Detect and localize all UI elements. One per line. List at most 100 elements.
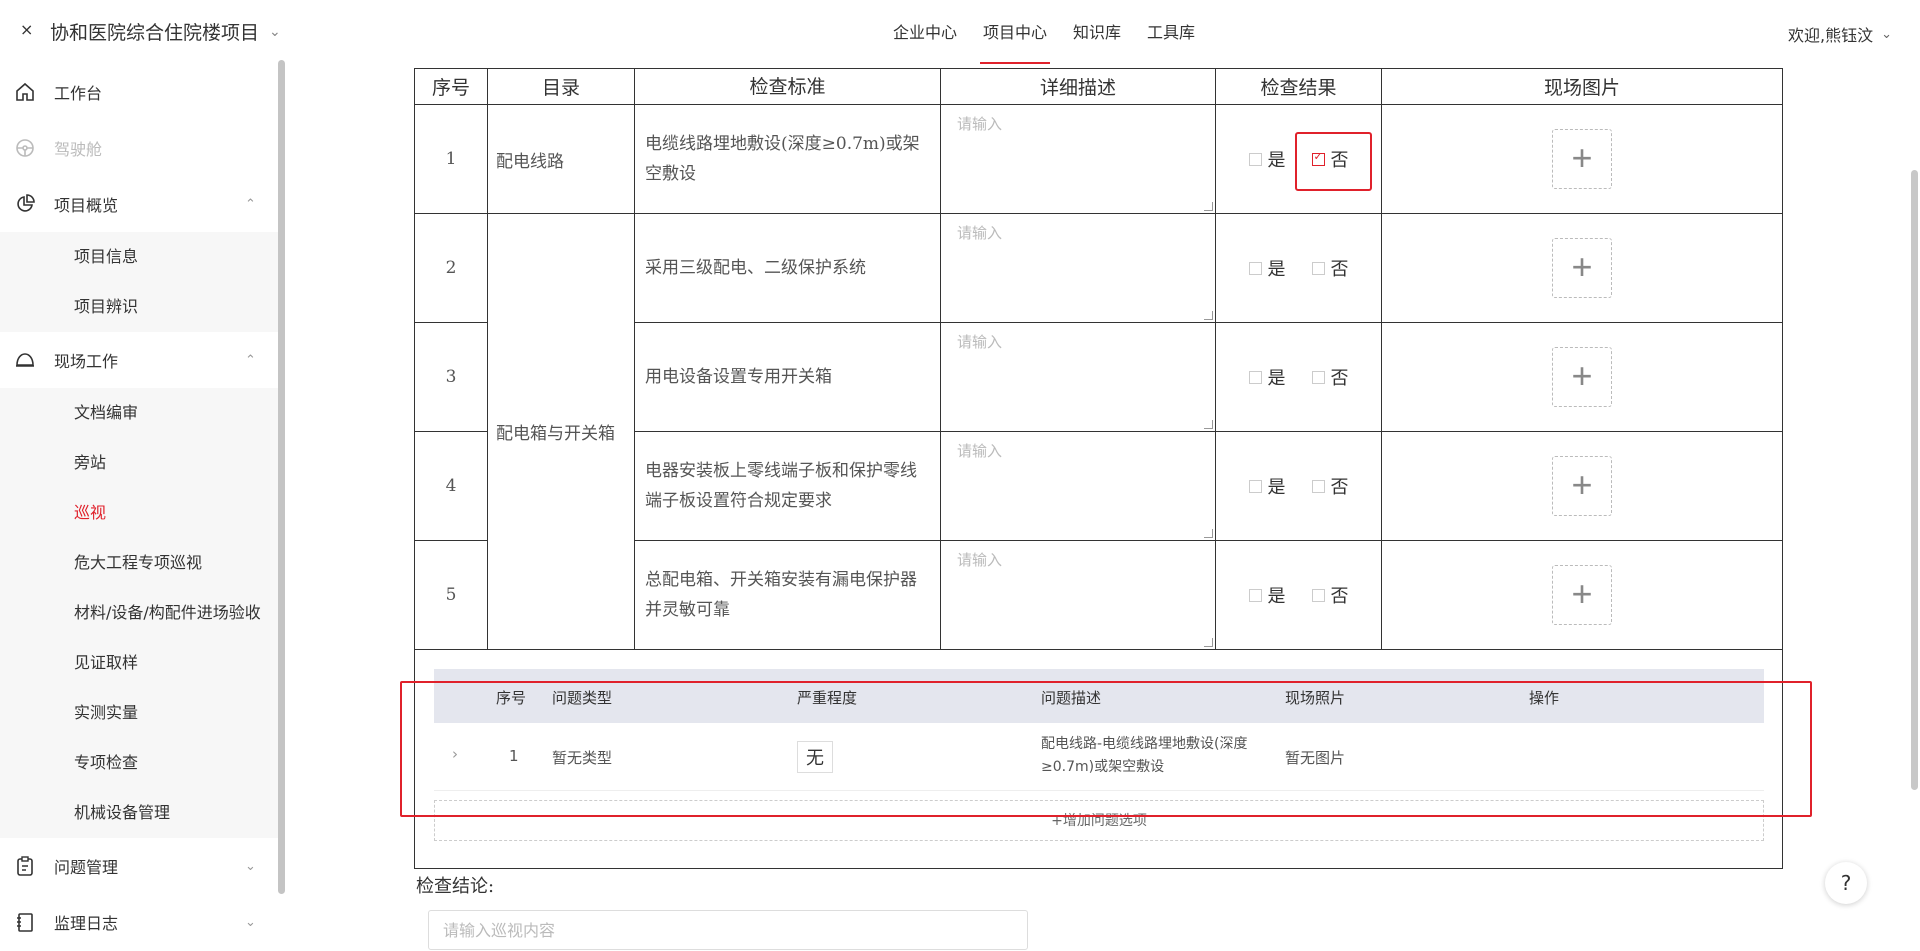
table-row: 1 配电线路 电缆线路埋地敷设(深度≥0.7m)或架空敷设 请输入 是否 +	[414, 104, 1783, 214]
sidebar-item-label: 工作台	[54, 84, 103, 103]
row-category: 配电箱与开关箱	[487, 213, 635, 650]
result-cell: 是否	[1215, 540, 1382, 650]
resize-handle-icon[interactable]	[1204, 202, 1213, 211]
sidebar-item-measurement[interactable]: 实测实量	[0, 688, 280, 738]
inspection-table: 序号 目录 检查标准 详细描述 检查结果 现场图片 1 配电线路 电缆线路埋地敷…	[414, 68, 1783, 650]
col-header-photos: 现场图片	[1381, 68, 1783, 105]
sidebar-item-cockpit[interactable]: 驾驶舱	[0, 120, 280, 176]
description-textarea[interactable]: 请输入	[940, 213, 1216, 323]
col-header-description: 详细描述	[940, 68, 1216, 105]
steering-wheel-icon	[16, 139, 34, 157]
yes-label: 是	[1267, 259, 1286, 280]
row-standard: 总配电箱、开关箱安装有漏电保护器并灵敏可靠	[634, 540, 941, 650]
conclusion-input[interactable]: 请输入巡视内容	[428, 910, 1028, 950]
page-scrollbar[interactable]	[1911, 170, 1918, 790]
no-checkbox[interactable]	[1311, 588, 1325, 602]
close-icon[interactable]: ×	[20, 20, 33, 39]
col-header-no: 序号	[414, 68, 488, 105]
row-number: 3	[414, 322, 488, 432]
sidebar-item-project-identification[interactable]: 项目辨识	[0, 282, 280, 332]
tab-tool-library[interactable]: 工具库	[1134, 0, 1208, 64]
upload-plus-icon[interactable]: +	[1552, 456, 1612, 516]
resize-handle-icon[interactable]	[1204, 529, 1213, 538]
sidebar-item-side-station[interactable]: 旁站	[0, 438, 280, 488]
sidebar-item-witness-sampling[interactable]: 见证取样	[0, 638, 280, 688]
sidebar-item-label: 监理日志	[54, 914, 119, 933]
sidebar-item-project-info[interactable]: 项目信息	[0, 232, 280, 282]
no-checkbox[interactable]	[1311, 479, 1325, 493]
no-label: 否	[1330, 586, 1349, 607]
description-placeholder: 请输入	[957, 334, 1003, 351]
yes-checkbox[interactable]	[1248, 370, 1262, 384]
sidebar-item-issues[interactable]: 问题管理 ⌄	[0, 838, 280, 894]
top-header: × 协和医院综合住院楼项目 ⌄ 企业中心 项目中心 知识库 工具库 欢迎,熊钰汶…	[0, 0, 1920, 64]
row-standard: 电缆线路埋地敷设(深度≥0.7m)或架空敷设	[634, 104, 941, 214]
fieldwork-submenu: 文档编审 旁站 巡视 危大工程专项巡视 材料/设备/构配件进场验收 见证取样 实…	[0, 388, 280, 838]
upload-plus-icon[interactable]: +	[1552, 129, 1612, 189]
help-button[interactable]: ?	[1825, 862, 1867, 904]
col-header-category: 目录	[487, 68, 635, 105]
description-textarea[interactable]: 请输入	[940, 431, 1216, 541]
conclusion-label: 检查结论:	[416, 876, 495, 897]
chevron-up-icon: ⌃	[245, 352, 256, 368]
upload-plus-icon[interactable]: +	[1552, 238, 1612, 298]
overview-submenu: 项目信息 项目辨识	[0, 232, 280, 332]
upload-plus-icon[interactable]: +	[1552, 347, 1612, 407]
yes-checkbox[interactable]	[1248, 152, 1262, 166]
sidebar-item-workbench[interactable]: 工作台	[0, 64, 280, 120]
sidebar-item-label: 现场工作	[54, 352, 119, 371]
result-cell: 是否	[1215, 322, 1382, 432]
tab-knowledge-base[interactable]: 知识库	[1060, 0, 1134, 64]
photo-cell: +	[1381, 322, 1783, 432]
sidebar-item-fieldwork[interactable]: 现场工作 ⌃	[0, 332, 280, 388]
row-number: 5	[414, 540, 488, 650]
description-textarea[interactable]: 请输入	[940, 540, 1216, 650]
sidebar-item-label: 项目概览	[54, 196, 119, 215]
upload-plus-icon[interactable]: +	[1552, 565, 1612, 625]
yes-label: 是	[1267, 477, 1286, 498]
yes-checkbox[interactable]	[1248, 261, 1262, 275]
sidebar-scrollbar[interactable]	[278, 60, 285, 894]
no-label: 否	[1330, 477, 1349, 498]
result-cell: 是否	[1215, 213, 1382, 323]
photo-cell: +	[1381, 431, 1783, 541]
sidebar-item-patrol[interactable]: 巡视	[0, 488, 280, 538]
description-textarea[interactable]: 请输入	[940, 322, 1216, 432]
resize-handle-icon[interactable]	[1204, 420, 1213, 429]
sidebar: 工作台 驾驶舱 项目概览 ⌃ 项目信息 项目辨识 现场工作 ⌃ 文档编审 旁站 …	[0, 64, 280, 947]
sidebar-item-equipment-management[interactable]: 机械设备管理	[0, 788, 280, 838]
chevron-down-icon: ⌄	[1881, 26, 1892, 42]
user-greeting: 欢迎,熊钰汶	[1788, 26, 1874, 45]
yes-label: 是	[1267, 368, 1286, 389]
description-textarea[interactable]: 请输入	[940, 104, 1216, 214]
description-placeholder: 请输入	[957, 443, 1003, 460]
sidebar-item-document-review[interactable]: 文档编审	[0, 388, 280, 438]
tab-enterprise-center[interactable]: 企业中心	[880, 0, 970, 64]
highlight-box	[1295, 132, 1372, 191]
sidebar-item-log[interactable]: 监理日志 ⌄	[0, 894, 280, 947]
project-name: 协和医院综合住院楼项目	[50, 22, 260, 44]
sidebar-item-special-inspection[interactable]: 专项检查	[0, 738, 280, 788]
row-standard: 电器安装板上零线端子板和保护零线端子板设置符合规定要求	[634, 431, 941, 541]
clipboard-icon	[17, 856, 33, 876]
col-header-result: 检查结果	[1215, 68, 1382, 105]
no-checkbox[interactable]	[1311, 261, 1325, 275]
no-checkbox[interactable]	[1311, 370, 1325, 384]
sidebar-item-material-acceptance[interactable]: 材料/设备/构配件进场验收	[0, 588, 280, 638]
sidebar-item-overview[interactable]: 项目概览 ⌃	[0, 176, 280, 232]
yes-label: 是	[1267, 586, 1286, 607]
project-selector[interactable]: 协和医院综合住院楼项目 ⌄	[50, 18, 281, 45]
user-menu[interactable]: 欢迎,熊钰汶 ⌄	[1788, 22, 1892, 46]
result-cell: 是否	[1215, 431, 1382, 541]
photo-cell: +	[1381, 104, 1783, 214]
yes-checkbox[interactable]	[1248, 479, 1262, 493]
no-label: 否	[1330, 259, 1349, 280]
tab-project-center[interactable]: 项目中心	[970, 0, 1060, 64]
chevron-up-icon: ⌃	[245, 196, 256, 212]
sidebar-item-label: 驾驶舱	[54, 140, 103, 159]
resize-handle-icon[interactable]	[1204, 311, 1213, 320]
sidebar-item-special-patrol[interactable]: 危大工程专项巡视	[0, 538, 280, 588]
col-header-standard: 检查标准	[634, 68, 941, 105]
yes-checkbox[interactable]	[1248, 588, 1262, 602]
resize-handle-icon[interactable]	[1204, 638, 1213, 647]
